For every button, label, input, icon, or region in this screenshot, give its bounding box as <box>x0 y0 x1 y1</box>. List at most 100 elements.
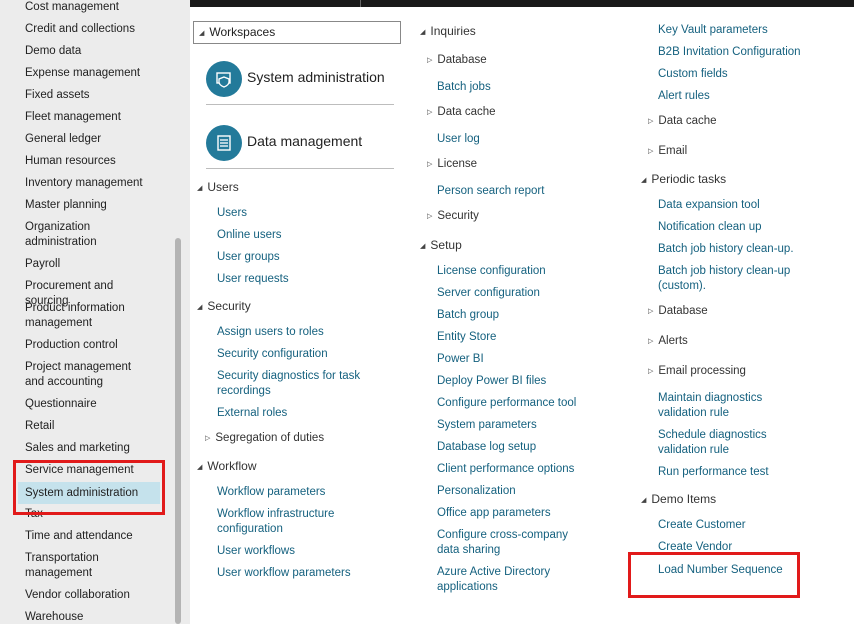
sidebar-item-sales-and-marketing[interactable]: Sales and marketing <box>18 441 160 456</box>
sidebar-item-questionnaire[interactable]: Questionnaire <box>18 397 160 412</box>
sidebar-item-time-and-attendance[interactable]: Time and attendance <box>18 529 160 544</box>
link-maintain-diagnostics-validation-rule[interactable]: Maintain diagnostics validation rule <box>658 391 778 421</box>
link-data-expansion-tool[interactable]: Data expansion tool <box>658 198 760 213</box>
sidebar-item-credit-and-collections[interactable]: Credit and collections <box>18 22 160 37</box>
link-entity-store[interactable]: Entity Store <box>437 330 496 345</box>
link-user-workflow-parameters[interactable]: User workflow parameters <box>217 566 351 581</box>
section-database[interactable]: ▷ Database <box>427 54 487 66</box>
link-user-groups[interactable]: User groups <box>217 250 280 265</box>
link-batch-group[interactable]: Batch group <box>437 308 499 323</box>
link-workflow-parameters[interactable]: Workflow parameters <box>217 485 325 500</box>
link-run-performance-test[interactable]: Run performance test <box>658 465 769 480</box>
link-b2b-invitation-configuration[interactable]: B2B Invitation Configuration <box>658 45 801 60</box>
link-office-app-parameters[interactable]: Office app parameters <box>437 506 551 521</box>
link-user-workflows[interactable]: User workflows <box>217 544 295 559</box>
top-bar-divider <box>360 0 361 7</box>
link-user-requests[interactable]: User requests <box>217 272 289 287</box>
section-label: Alerts <box>658 335 688 347</box>
section-periodic-database[interactable]: ▷ Database <box>648 305 708 317</box>
sidebar-item-inventory-management[interactable]: Inventory management <box>18 176 160 191</box>
link-configure-performance-tool[interactable]: Configure performance tool <box>437 396 576 411</box>
link-server-configuration[interactable]: Server configuration <box>437 286 540 301</box>
sidebar-item-demo-data[interactable]: Demo data <box>18 44 160 59</box>
sidebar-item-expense-management[interactable]: Expense management <box>18 66 160 81</box>
section-label: Workflow <box>207 459 257 473</box>
link-batch-jobs[interactable]: Batch jobs <box>437 80 491 95</box>
triangle-right-icon: ▷ <box>648 118 654 125</box>
section-alerts[interactable]: ▷ Alerts <box>648 335 688 347</box>
link-security-diagnostics[interactable]: Security diagnostics for task recordings <box>217 369 377 399</box>
sidebar-item-fixed-assets[interactable]: Fixed assets <box>18 88 160 103</box>
sidebar-item-transportation-management[interactable]: Transportation management <box>18 551 160 581</box>
link-power-bi[interactable]: Power BI <box>437 352 484 367</box>
sidebar-item-master-planning[interactable]: Master planning <box>18 198 160 213</box>
sidebar-item-project-management-and-accounting[interactable]: Project management and accounting <box>18 360 160 390</box>
link-alert-rules[interactable]: Alert rules <box>658 89 710 104</box>
sidebar-item-tax[interactable]: Tax <box>18 507 160 522</box>
link-user-log[interactable]: User log <box>437 132 480 147</box>
link-create-customer[interactable]: Create Customer <box>658 518 746 533</box>
link-load-number-sequence[interactable]: Load Number Sequence <box>658 563 783 578</box>
link-person-search-report[interactable]: Person search report <box>437 184 544 199</box>
sidebar-item-fleet-management[interactable]: Fleet management <box>18 110 160 125</box>
section-users[interactable]: ◢ Users <box>197 180 239 194</box>
sidebar-item-production-control[interactable]: Production control <box>18 338 160 353</box>
link-system-parameters[interactable]: System parameters <box>437 418 537 433</box>
link-database-log-setup[interactable]: Database log setup <box>437 440 536 455</box>
section-setup[interactable]: ◢ Setup <box>420 238 462 252</box>
sidebar-item-payroll[interactable]: Payroll <box>18 257 160 272</box>
sidebar-item-service-management[interactable]: Service management <box>18 463 160 478</box>
section-security[interactable]: ◢ Security <box>197 299 251 313</box>
sidebar-item-organization-administration[interactable]: Organization administration <box>18 220 160 250</box>
link-online-users[interactable]: Online users <box>217 228 282 243</box>
sidebar-item-human-resources[interactable]: Human resources <box>18 154 160 169</box>
sidebar-scrollbar-thumb[interactable] <box>175 238 181 624</box>
link-users[interactable]: Users <box>217 206 247 221</box>
workspaces-header-label: Workspaces <box>209 25 276 39</box>
triangle-down-icon: ◢ <box>197 304 203 311</box>
section-setup-data-cache[interactable]: ▷ Data cache <box>648 115 717 127</box>
section-email-processing[interactable]: ▷ Email processing <box>648 365 746 377</box>
sidebar-item-system-administration[interactable]: System administration <box>18 482 160 504</box>
sidebar-item-vendor-collaboration[interactable]: Vendor collaboration <box>18 588 160 603</box>
link-key-vault-parameters[interactable]: Key Vault parameters <box>658 23 768 38</box>
tile-divider <box>206 104 394 105</box>
link-client-performance-options[interactable]: Client performance options <box>437 462 574 477</box>
link-custom-fields[interactable]: Custom fields <box>658 67 728 82</box>
sidebar-item-product-information-management[interactable]: Product information management <box>18 301 160 331</box>
section-periodic-tasks[interactable]: ◢ Periodic tasks <box>641 172 726 186</box>
workspaces-header[interactable]: ◢ Workspaces <box>193 21 401 44</box>
tile-divider <box>206 168 394 169</box>
triangle-down-icon: ◢ <box>641 177 647 184</box>
section-inquiries[interactable]: ◢ Inquiries <box>420 24 476 38</box>
triangle-right-icon: ▷ <box>648 368 654 375</box>
section-inquiries-security[interactable]: ▷ Security <box>427 210 479 222</box>
sidebar-item-general-ledger[interactable]: General ledger <box>18 132 160 147</box>
link-personalization[interactable]: Personalization <box>437 484 516 499</box>
link-security-configuration[interactable]: Security configuration <box>217 347 328 362</box>
link-batch-job-history-clean-up-custom[interactable]: Batch job history clean-up (custom). <box>658 264 798 294</box>
section-data-cache[interactable]: ▷ Data cache <box>427 106 496 118</box>
link-assign-users-to-roles[interactable]: Assign users to roles <box>217 325 324 340</box>
triangle-right-icon: ▷ <box>648 148 654 155</box>
tile-system-administration[interactable]: System administration <box>206 61 394 105</box>
section-workflow[interactable]: ◢ Workflow <box>197 459 257 473</box>
section-email[interactable]: ▷ Email <box>648 145 687 157</box>
link-batch-job-history-clean-up[interactable]: Batch job history clean-up. <box>658 242 794 257</box>
tile-data-management[interactable]: Data management <box>206 125 394 169</box>
link-azure-active-directory-applications[interactable]: Azure Active Directory applications <box>437 565 577 595</box>
sidebar-item-cost-management[interactable]: Cost management <box>18 0 160 15</box>
link-configure-cross-company-data-sharing[interactable]: Configure cross-company data sharing <box>437 528 587 558</box>
section-license[interactable]: ▷ License <box>427 158 477 170</box>
link-create-vendor[interactable]: Create Vendor <box>658 540 732 555</box>
link-workflow-infrastructure-configuration[interactable]: Workflow infrastructure configuration <box>217 507 367 537</box>
link-notification-clean-up[interactable]: Notification clean up <box>658 220 762 235</box>
sidebar-item-warehouse-management[interactable]: Warehouse management <box>18 610 160 624</box>
section-segregation-of-duties[interactable]: ▷ Segregation of duties <box>205 432 324 444</box>
link-license-configuration[interactable]: License configuration <box>437 264 546 279</box>
link-schedule-diagnostics-validation-rule[interactable]: Schedule diagnostics validation rule <box>658 428 778 458</box>
link-external-roles[interactable]: External roles <box>217 406 287 421</box>
link-deploy-power-bi-files[interactable]: Deploy Power BI files <box>437 374 546 389</box>
section-demo-items[interactable]: ◢ Demo Items <box>641 492 716 506</box>
sidebar-item-retail[interactable]: Retail <box>18 419 160 434</box>
